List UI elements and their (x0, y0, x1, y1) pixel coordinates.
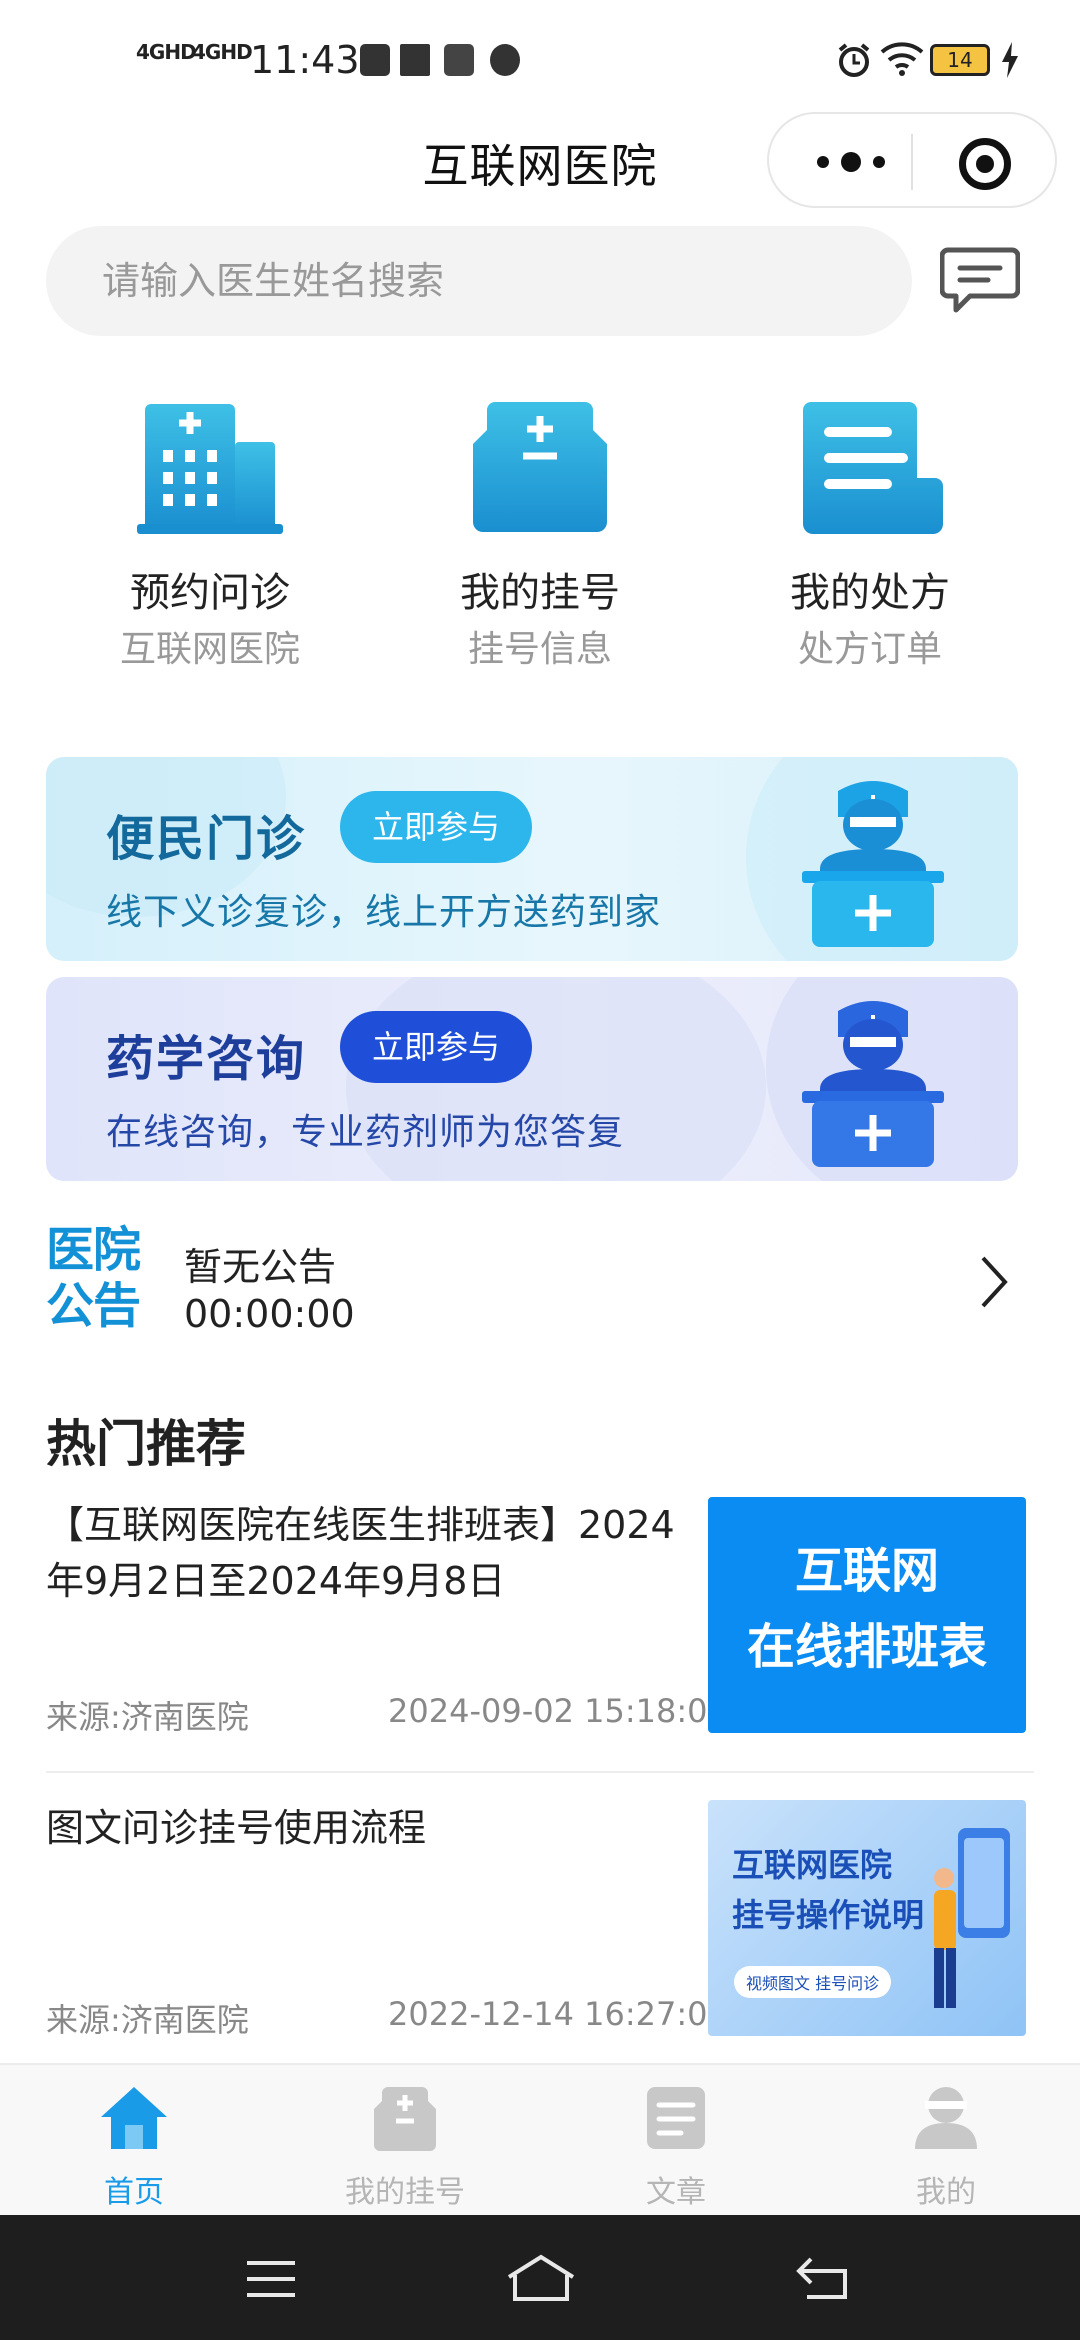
signal-indicator-1: 4GHD (136, 40, 197, 64)
wifi-icon (880, 42, 924, 76)
notice-time: 00:00:00 (184, 1292, 355, 1336)
notice-logo-line: 医院 (46, 1222, 141, 1278)
article-source: 来源:济南医院 (46, 1698, 249, 1736)
doctor-icon (802, 781, 944, 947)
tab-home[interactable]: 首页 (34, 2085, 234, 2211)
quick-action-my-prescription[interactable]: 我的处方 处方订单 (720, 398, 1020, 698)
article-thumbnail[interactable]: 互联网医院 挂号操作说明 视频图文 挂号问诊 (708, 1800, 1026, 2036)
menu-icon[interactable] (245, 2259, 297, 2299)
notification-icon (444, 44, 474, 76)
back-icon[interactable] (795, 2255, 851, 2301)
quick-action-subtitle: 处方订单 (797, 629, 942, 670)
tab-articles[interactable]: 文章 (576, 2085, 776, 2211)
tab-profile[interactable]: 我的 (846, 2085, 1046, 2211)
article-thumbnail[interactable]: 互联网 在线排班表 (708, 1497, 1026, 1733)
article-icon (647, 2087, 705, 2149)
tab-my-registration[interactable]: 我的挂号 (305, 2085, 505, 2211)
join-now-button[interactable]: 立即参与 (340, 791, 532, 863)
article-title: 【互联网医院在线医生排班表】2024年9月2日至2024年9月8日 (46, 1503, 675, 1603)
thumbnail-line: 挂号操作说明 (732, 1896, 925, 1934)
notice-text: 暂无公告 (184, 1245, 337, 1289)
status-time: 11:43 (250, 38, 360, 82)
join-now-button[interactable]: 立即参与 (340, 1011, 532, 1083)
thumbnail-tag: 视频图文 挂号问诊 (734, 1966, 892, 1998)
quick-action-title: 预约问诊 (130, 570, 290, 616)
chevron-right-icon[interactable] (975, 1252, 1015, 1312)
quick-action-appointment[interactable]: 预约问诊 互联网医院 (60, 398, 360, 698)
more-icon[interactable] (809, 148, 893, 176)
capsule-divider (911, 134, 913, 190)
thumbnail-text: 互联网医院 挂号操作说明 (732, 1840, 924, 1940)
notice-logo-line: 公告 (46, 1278, 141, 1334)
banner-description: 在线咨询，专业药剂师为您答复 (106, 1112, 625, 1153)
close-mini-program-icon[interactable] (959, 138, 1011, 190)
battery-icon: 14 (930, 44, 990, 76)
hospital-building-icon (137, 404, 283, 534)
quick-action-title: 我的处方 (790, 570, 950, 616)
article-title: 图文问诊挂号使用流程 (46, 1806, 427, 1850)
battery-level: 14 (947, 48, 973, 72)
home-icon (101, 2087, 167, 2149)
section-heading: 热门推荐 (46, 1415, 246, 1473)
alarm-icon (838, 43, 870, 77)
doctor-icon (802, 1001, 944, 1167)
thumbnail-line: 互联网医院 (732, 1846, 893, 1884)
medical-kit-icon (473, 402, 607, 532)
charging-icon (1002, 42, 1018, 78)
article-time: 2022-12-14 16:27:01 (388, 1995, 728, 2033)
article-time: 2024-09-02 15:18:00 (388, 1692, 728, 1730)
signal-indicator-2: 4GHD (192, 40, 253, 64)
message-icon[interactable] (940, 244, 1020, 316)
notification-icon (360, 44, 390, 76)
bottom-tab-bar: 首页 我的挂号 文章 我的 (0, 2063, 1080, 2215)
mini-program-capsule (767, 112, 1057, 208)
thumbnail-text: 在线排班表 (746, 1619, 987, 1675)
phone-illustration-icon (934, 1828, 1010, 2008)
quick-action-subtitle: 互联网医院 (119, 629, 300, 670)
banner-title: 便民门诊 (106, 811, 307, 867)
doctor-search-input[interactable] (46, 226, 912, 336)
banner-convenience-clinic[interactable]: 便民门诊 立即参与 线下义诊复诊，线上开方送药到家 (46, 757, 1018, 961)
quick-action-my-registration[interactable]: 我的挂号 挂号信息 (390, 398, 690, 698)
notification-icon (490, 44, 520, 76)
banner-pharmacy-consult[interactable]: 药学咨询 立即参与 在线咨询，专业药剂师为您答复 (46, 977, 1018, 1181)
registration-icon (374, 2087, 436, 2151)
tab-label: 我的 (916, 2175, 976, 2210)
banner-title: 药学咨询 (106, 1031, 307, 1087)
thumbnail-text: 互联网 (794, 1543, 939, 1599)
article-source: 来源:济南医院 (46, 2001, 249, 2039)
quick-action-subtitle: 挂号信息 (467, 629, 612, 670)
notice-logo: 医院 公告 (46, 1222, 141, 1334)
tab-label: 我的挂号 (345, 2175, 465, 2210)
profile-icon (915, 2087, 977, 2149)
quick-action-title: 我的挂号 (460, 570, 620, 616)
tab-label: 文章 (646, 2175, 706, 2210)
system-navigation-bar (0, 2215, 1080, 2340)
divider (46, 1771, 1034, 1773)
notification-icon (400, 44, 430, 76)
tab-label: 首页 (104, 2175, 164, 2210)
prescription-document-icon (803, 402, 943, 534)
banner-description: 线下义诊复诊，线上开方送药到家 (106, 892, 662, 933)
home-nav-icon[interactable] (505, 2253, 577, 2303)
status-bar: 4GHD 4GHD 11:43 14 (0, 0, 1080, 110)
